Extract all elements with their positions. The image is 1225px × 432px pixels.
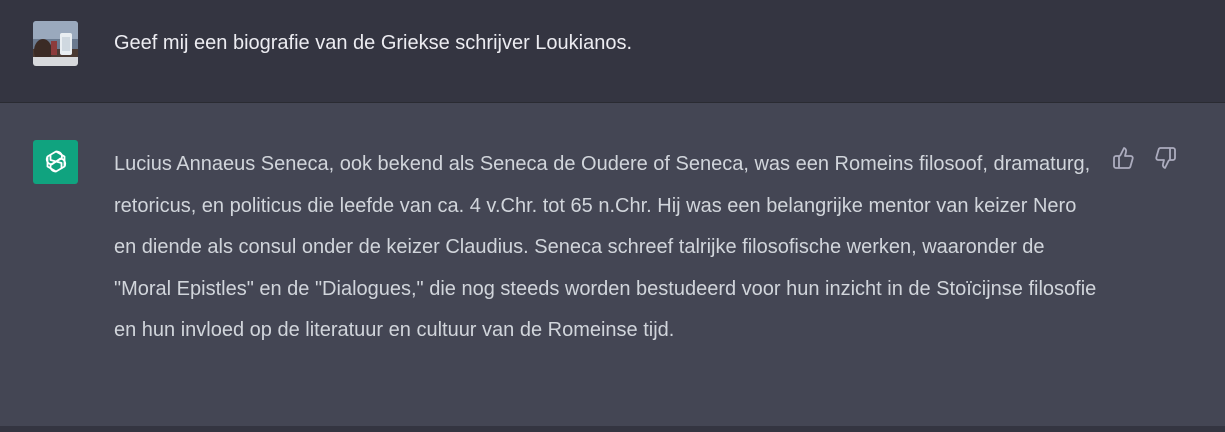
assistant-message-text: Lucius Annaeus Seneca, ook bekend als Se… [114,153,1097,341]
assistant-avatar [33,140,78,184]
chat-page: Geef mij een biografie van de Griekse sc… [0,0,1225,432]
thumbs-down-icon [1155,147,1176,169]
user-avatar [33,21,78,66]
thumbs-up-button[interactable] [1111,145,1137,171]
bottom-divider [0,426,1225,432]
user-message-text: Geef mij een biografie van de Griekse sc… [114,32,633,54]
thumbs-down-button[interactable] [1152,145,1178,171]
openai-logo-icon [45,150,66,173]
user-photo-icon [33,21,78,66]
thumbs-up-icon [1113,147,1134,169]
user-message-row: Geef mij een biografie van de Griekse sc… [0,0,1225,103]
